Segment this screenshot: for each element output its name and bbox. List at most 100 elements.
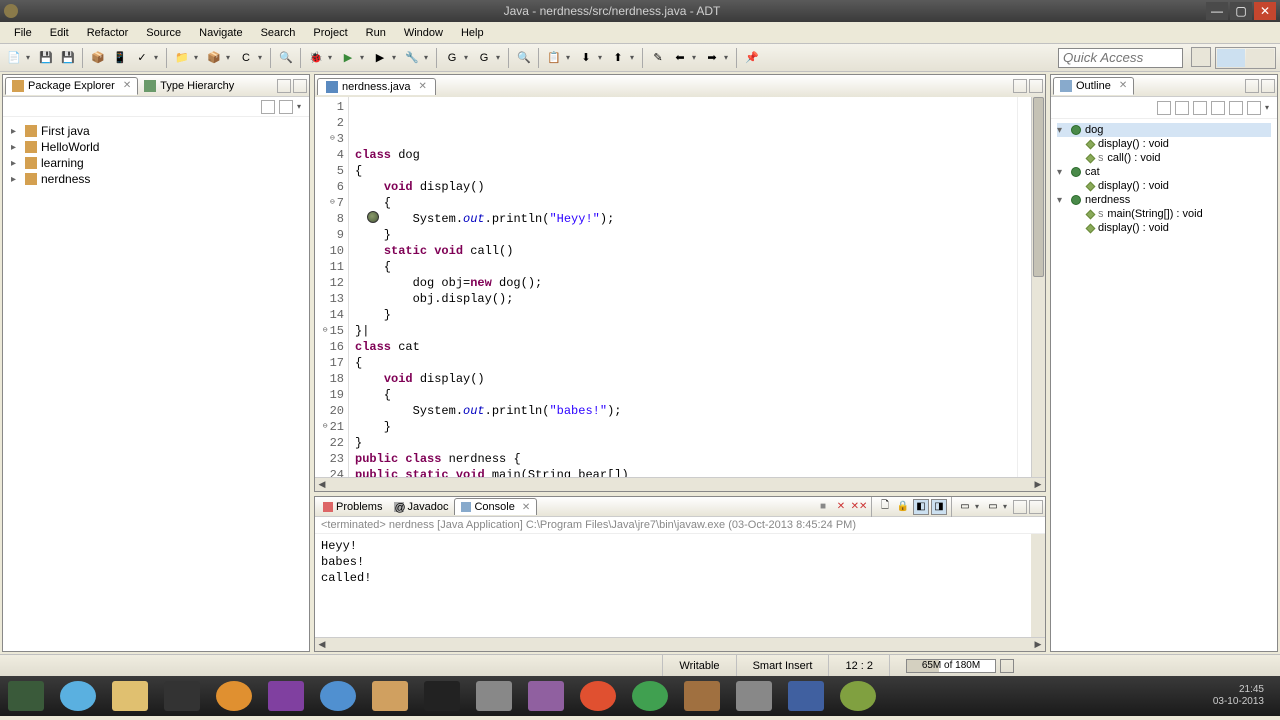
last-edit-icon[interactable]: ✎ — [648, 48, 668, 68]
ddms-perspective-button[interactable] — [1246, 49, 1274, 67]
scroll-lock-icon[interactable]: 🔒 — [895, 499, 911, 515]
close-icon[interactable]: ✕ — [419, 81, 427, 92]
close-icon[interactable]: ✕ — [522, 502, 530, 513]
taskbar-app-icon[interactable] — [8, 681, 44, 711]
open-console-icon[interactable]: ▭ — [985, 499, 1001, 515]
new-package-icon[interactable]: 📦 — [204, 48, 224, 68]
code-editor[interactable]: class dog{ void display() { System.out.p… — [349, 97, 1017, 477]
taskbar-onenote-icon[interactable] — [268, 681, 304, 711]
java-perspective-button[interactable] — [1217, 49, 1245, 67]
new-project-icon[interactable]: 📁 — [172, 48, 192, 68]
focus-icon[interactable] — [1247, 101, 1261, 115]
maximize-button[interactable]: ▢ — [1230, 2, 1252, 20]
taskbar-app-icon[interactable] — [736, 681, 772, 711]
outline-tree[interactable]: ▾dogdisplay() : voidScall() : void▾catdi… — [1051, 119, 1277, 239]
console-horizontal-scrollbar[interactable]: ◀▶ — [315, 637, 1045, 651]
run-icon[interactable]: ▶ — [338, 48, 358, 68]
view-menu-icon[interactable]: ▾ — [297, 102, 305, 111]
heap-status[interactable]: 65M of 180M — [889, 655, 1030, 676]
link-editor-icon[interactable] — [279, 100, 293, 114]
new-dropdown[interactable]: ▾ — [26, 53, 34, 62]
system-tray[interactable]: 21:45 03-10-2013 — [1213, 684, 1272, 708]
maximize-view-icon[interactable] — [293, 79, 307, 93]
new-class-icon[interactable]: C — [236, 48, 256, 68]
avd-manager-icon[interactable]: 📱 — [110, 48, 130, 68]
project-helloworld[interactable]: ▸HelloWorld — [11, 139, 301, 155]
hide-local-icon[interactable] — [1229, 101, 1243, 115]
menu-navigate[interactable]: Navigate — [191, 25, 250, 41]
taskbar-ie-icon[interactable] — [320, 681, 356, 711]
tab-javadoc[interactable]: @Javadoc — [388, 499, 454, 515]
open-type-icon[interactable]: 🔍 — [276, 48, 296, 68]
save-icon[interactable]: 💾 — [36, 48, 56, 68]
taskbar-printer-icon[interactable] — [476, 681, 512, 711]
taskbar-mp4-icon[interactable] — [684, 681, 720, 711]
search-icon[interactable]: 🔍 — [514, 48, 534, 68]
sort-icon[interactable] — [1157, 101, 1171, 115]
remove-launch-icon[interactable]: ✕ — [833, 499, 849, 515]
outline-node[interactable]: display() : void — [1057, 179, 1271, 193]
menu-window[interactable]: Window — [396, 25, 451, 41]
next-annotation-icon[interactable]: ⬇ — [576, 48, 596, 68]
menu-search[interactable]: Search — [253, 25, 304, 41]
gc-icon[interactable] — [1000, 659, 1014, 673]
pin-icon[interactable]: 📌 — [742, 48, 762, 68]
minimize-view-icon[interactable] — [277, 79, 291, 93]
taskbar-utorrent-icon[interactable] — [632, 681, 668, 711]
breakpoint-marker[interactable] — [367, 211, 379, 223]
terminate-icon[interactable]: ■ — [815, 499, 831, 515]
outline-node[interactable]: Smain(String[]) : void — [1057, 207, 1271, 221]
tab-console[interactable]: Console✕ — [454, 498, 537, 515]
menu-run[interactable]: Run — [358, 25, 394, 41]
debug-icon[interactable]: 🐞 — [306, 48, 326, 68]
close-icon[interactable]: ✕ — [1119, 80, 1127, 91]
hide-fields-icon[interactable] — [1175, 101, 1189, 115]
project-learning[interactable]: ▸learning — [11, 155, 301, 171]
close-icon[interactable]: ✕ — [123, 80, 131, 91]
prev-annotation-icon[interactable]: ⬆ — [608, 48, 628, 68]
external-tools-icon[interactable]: 🔧 — [402, 48, 422, 68]
outline-node[interactable]: display() : void — [1057, 221, 1271, 235]
outline-node[interactable]: ▾dog — [1057, 123, 1271, 137]
project-first-java[interactable]: ▸First java — [11, 123, 301, 139]
new-icon[interactable]: 📄 — [4, 48, 24, 68]
new-junit-icon[interactable]: G — [474, 48, 494, 68]
collapse-all-icon[interactable] — [261, 100, 275, 114]
display-selected-icon[interactable]: ▭ — [957, 499, 973, 515]
pin-console-icon[interactable]: ◨ — [931, 499, 947, 515]
minimize-console-icon[interactable] — [1013, 500, 1027, 514]
maximize-outline-icon[interactable] — [1261, 79, 1275, 93]
run-last-icon[interactable]: ▶ — [370, 48, 390, 68]
taskbar-netbeans-icon[interactable] — [372, 681, 408, 711]
open-perspective-button[interactable] — [1191, 47, 1211, 67]
tab-package-explorer[interactable]: Package Explorer ✕ — [5, 77, 138, 95]
tab-type-hierarchy[interactable]: Type Hierarchy — [138, 78, 240, 94]
close-button[interactable]: ✕ — [1254, 2, 1276, 20]
overview-ruler[interactable] — [1017, 97, 1031, 477]
taskbar-globe-icon[interactable] — [840, 681, 876, 711]
outline-node[interactable]: ▾cat — [1057, 165, 1271, 179]
taskbar-chrome-icon[interactable] — [580, 681, 616, 711]
sdk-manager-icon[interactable]: 📦 — [88, 48, 108, 68]
forward-icon[interactable]: ➡ — [702, 48, 722, 68]
menu-file[interactable]: File — [6, 25, 40, 41]
toggle-mark-icon[interactable]: 📋 — [544, 48, 564, 68]
maximize-console-icon[interactable] — [1029, 500, 1043, 514]
taskbar-app-icon[interactable] — [528, 681, 564, 711]
new-java-icon[interactable]: G — [442, 48, 462, 68]
taskbar-cmd-icon[interactable] — [424, 681, 460, 711]
tab-problems[interactable]: Problems — [317, 499, 388, 515]
tab-outline[interactable]: Outline ✕ — [1053, 77, 1134, 95]
editor-tab-nerdness[interactable]: nerdness.java ✕ — [317, 78, 436, 95]
minimize-outline-icon[interactable] — [1245, 79, 1259, 93]
hide-nonpublic-icon[interactable] — [1211, 101, 1225, 115]
console-output[interactable]: Heyy!babes!called! — [315, 534, 1031, 637]
minimize-button[interactable]: — — [1206, 2, 1228, 20]
menu-project[interactable]: Project — [305, 25, 355, 41]
save-all-icon[interactable]: 💾 — [58, 48, 78, 68]
console-vertical-scrollbar[interactable] — [1031, 534, 1045, 637]
back-icon[interactable]: ⬅ — [670, 48, 690, 68]
outline-menu-icon[interactable]: ▾ — [1265, 103, 1273, 112]
horizontal-scrollbar[interactable]: ◀▶ — [315, 477, 1045, 491]
taskbar-eclipse-icon[interactable] — [788, 681, 824, 711]
